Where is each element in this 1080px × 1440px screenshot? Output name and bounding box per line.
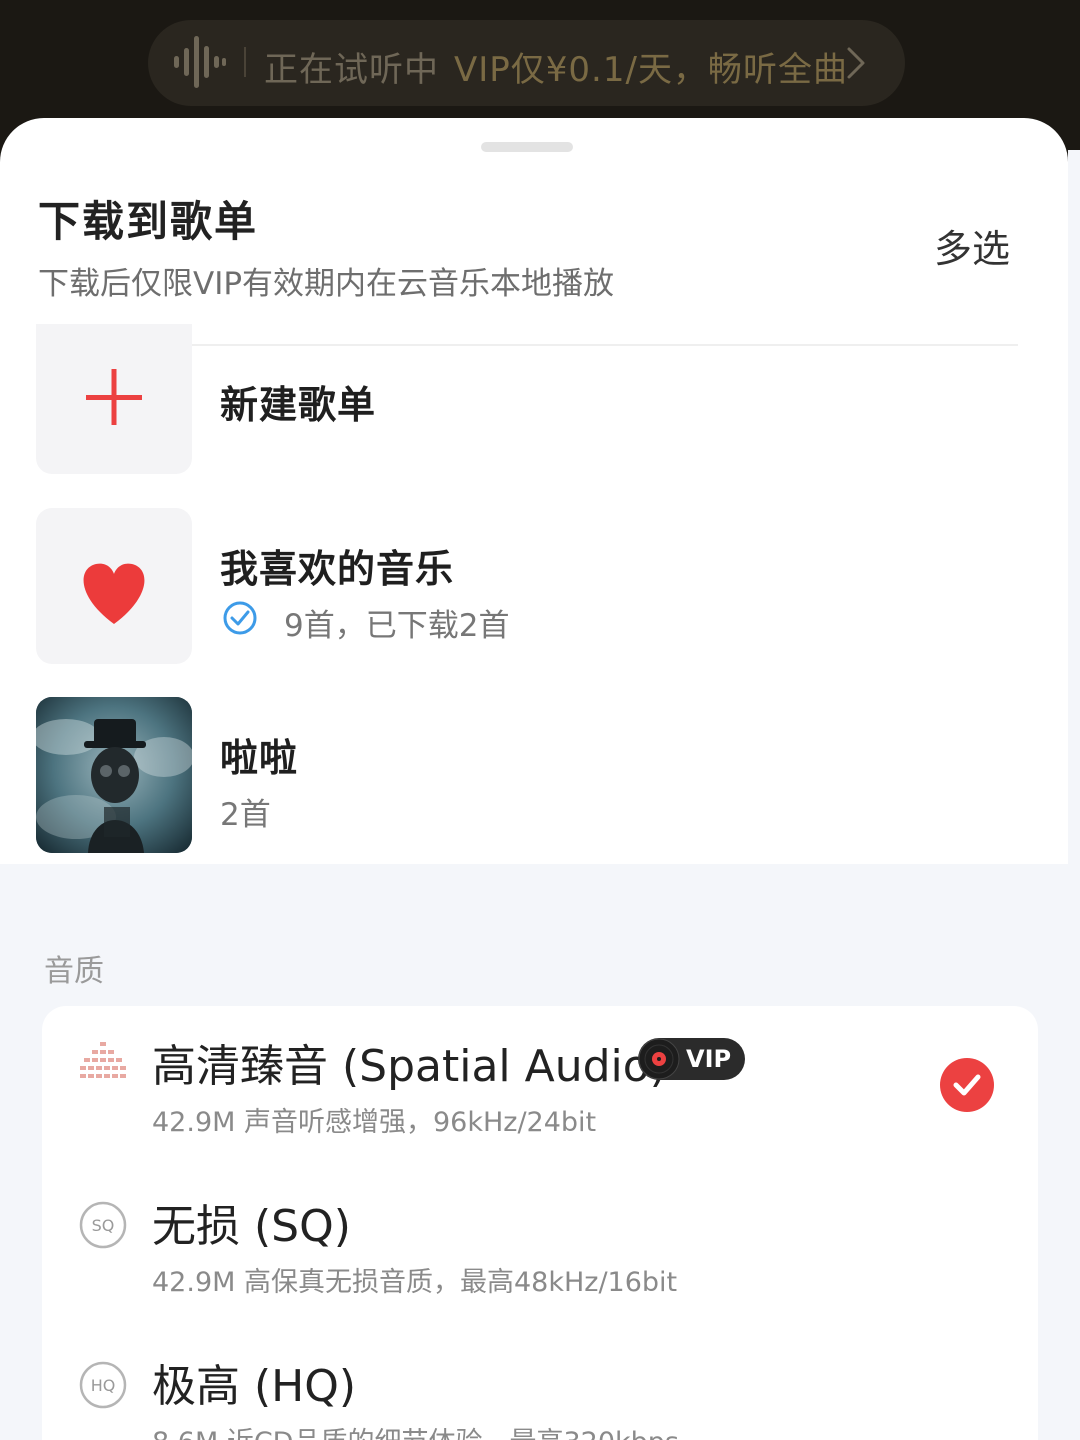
playlist-name: 新建歌单 — [220, 383, 377, 427]
check-circle-icon — [223, 601, 257, 635]
playlist-item-new[interactable]: 新建歌单 — [36, 324, 1036, 484]
download-sheet: 下载到歌单 下载后仅限VIP有效期内在云音乐本地播放 多选 新建歌单 我喜欢的音… — [0, 118, 1068, 1440]
spatial-audio-icon — [80, 1042, 126, 1078]
quality-desc: 42.9M 高保真无损音质，最高48kHz/16bit — [152, 1267, 678, 1298]
sq-icon: SQ — [79, 1201, 127, 1249]
hq-icon: HQ — [79, 1361, 127, 1409]
album-cover-art — [36, 697, 192, 853]
quality-option-sq[interactable]: SQ 无损 (SQ) 42.9M 高保真无损音质，最高48kHz/16bit — [42, 1166, 1038, 1316]
liked-playlist-cover — [36, 508, 192, 664]
heart-icon — [83, 563, 145, 624]
vip-offer-text[interactable]: VIP仅¥0.1/天，畅听全曲 — [454, 42, 848, 91]
playlist-meta: 2首 — [220, 797, 271, 833]
chevron-right-icon[interactable] — [846, 46, 866, 80]
sound-wave-icon — [174, 36, 226, 88]
quality-desc: 42.9M 声音听感增强，96kHz/24bit — [152, 1107, 597, 1138]
quality-options-card: 高清臻音 (Spatial Audio) VIP 42.9M 声音听感增强，96… — [42, 1006, 1038, 1440]
playlist-meta: 9首，已下载2首 — [284, 608, 510, 644]
playlist-item-liked[interactable]: 我喜欢的音乐 9首，已下载2首 — [36, 508, 1036, 668]
drag-handle[interactable] — [481, 142, 573, 152]
quality-name: 高清臻音 (Spatial Audio) — [152, 1041, 667, 1092]
vip-badge-text: VIP — [686, 1045, 732, 1073]
selected-check-icon — [940, 1058, 994, 1112]
trial-status-text: 正在试听中 — [264, 50, 439, 90]
playlist-item-lala[interactable]: 啦啦 2首 — [36, 697, 1036, 857]
sheet-title: 下载到歌单 — [38, 197, 259, 246]
pill-divider — [244, 47, 246, 77]
quality-option-hq[interactable]: HQ 极高 (HQ) 8.6M 近CD品质的细节体验，最高320kbps — [42, 1326, 1038, 1440]
playlist-name: 啦啦 — [220, 736, 299, 780]
vip-badge: VIP — [638, 1038, 746, 1080]
plus-icon — [86, 369, 142, 425]
multi-select-button[interactable]: 多选 — [934, 218, 1010, 273]
hq-icon-text: HQ — [91, 1376, 116, 1395]
quality-name: 极高 (HQ) — [152, 1361, 357, 1412]
quality-desc: 8.6M 近CD品质的细节体验，最高320kbps — [152, 1420, 679, 1440]
side-strip — [1068, 150, 1080, 1440]
playlist-name: 我喜欢的音乐 — [220, 547, 455, 591]
quality-section: 音质 高清臻音 (Spatial Audio) VIP 42.9M 声音听感增强… — [0, 864, 1068, 1440]
quality-name: 无损 (SQ) — [152, 1201, 351, 1252]
vinyl-disc-icon — [638, 1038, 680, 1080]
quality-section-label: 音质 — [44, 954, 104, 989]
sq-icon-text: SQ — [92, 1216, 115, 1235]
quality-option-spatial[interactable]: 高清臻音 (Spatial Audio) VIP 42.9M 声音听感增强，96… — [42, 1006, 1038, 1156]
album-cover — [36, 697, 192, 853]
sheet-subtitle: 下载后仅限VIP有效期内在云音乐本地播放 — [38, 266, 615, 302]
new-playlist-cover — [36, 324, 192, 474]
